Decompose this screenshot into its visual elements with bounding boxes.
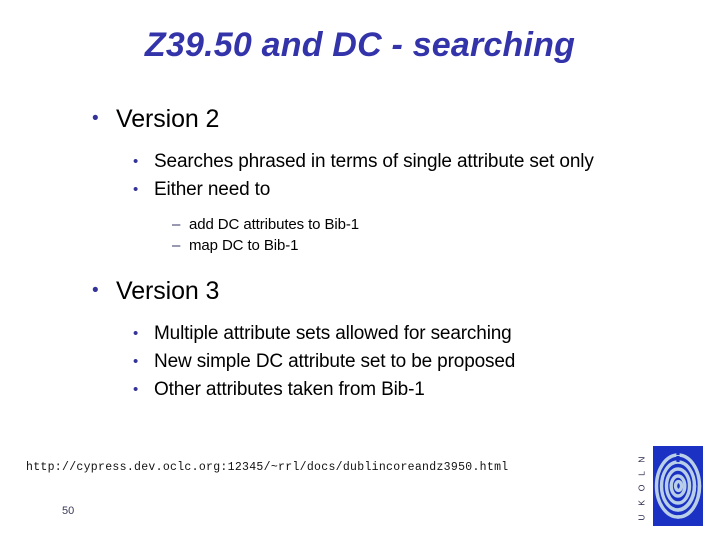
bullet-item-level1: • Version 3 bbox=[92, 276, 652, 306]
dash-icon: – bbox=[172, 216, 181, 233]
ukoln-wordmark: U K O L N bbox=[634, 448, 650, 526]
bullet-label: map DC to Bib-1 bbox=[189, 237, 299, 254]
bullet-item-level2: • Other attributes taken from Bib-1 bbox=[133, 377, 658, 403]
bullet-dot-icon: • bbox=[133, 181, 139, 198]
bullet-item-level3: – add DC attributes to Bib-1 bbox=[172, 214, 652, 235]
bullet-dot-icon: • bbox=[133, 325, 139, 342]
bullet-label: Other attributes taken from Bib-1 bbox=[154, 379, 425, 400]
bullet-dot-icon: • bbox=[92, 108, 99, 129]
ukoln-letters: U K O L N bbox=[637, 453, 647, 521]
bullet-label: Version 2 bbox=[116, 105, 220, 133]
slide-body: • Version 2 • Searches phrased in terms … bbox=[0, 104, 720, 405]
slide-title: Z39.50 and DC - searching bbox=[144, 26, 576, 64]
slide-canvas: Z39.50 and DC - searching • Version 2 • … bbox=[0, 0, 720, 540]
bullet-label: Version 3 bbox=[116, 277, 220, 305]
bullet-dot-icon: • bbox=[133, 153, 139, 170]
bullet-label: add DC attributes to Bib-1 bbox=[189, 216, 359, 233]
bullet-label: New simple DC attribute set to be propos… bbox=[154, 351, 516, 372]
bullet-item-level3: – map DC to Bib-1 bbox=[172, 235, 652, 256]
bullet-dot-icon: • bbox=[133, 381, 139, 398]
bullet-item-level2: • Multiple attribute sets allowed for se… bbox=[133, 321, 658, 347]
ukoln-spiral-icon bbox=[653, 446, 703, 526]
bullet-item-level2: • Searches phrased in terms of single at… bbox=[133, 149, 658, 175]
dash-icon: – bbox=[172, 237, 181, 254]
bullet-label: Multiple attribute sets allowed for sear… bbox=[154, 323, 512, 344]
ukoln-logo: U K O L N bbox=[634, 444, 710, 530]
bullet-item-level2: • New simple DC attribute set to be prop… bbox=[133, 349, 658, 375]
bullet-item-level2: • Either need to bbox=[133, 177, 658, 203]
bullet-dot-icon: • bbox=[133, 353, 139, 370]
page-number: 50 bbox=[62, 505, 75, 517]
bullet-label: Either need to bbox=[154, 179, 271, 200]
footer-url[interactable]: http://cypress.dev.oclc.org:12345/~rrl/d… bbox=[26, 461, 508, 474]
bullet-item-level1: • Version 2 bbox=[92, 104, 652, 134]
bullet-label: Searches phrased in terms of single attr… bbox=[154, 151, 594, 172]
bullet-dot-icon: • bbox=[92, 280, 99, 301]
